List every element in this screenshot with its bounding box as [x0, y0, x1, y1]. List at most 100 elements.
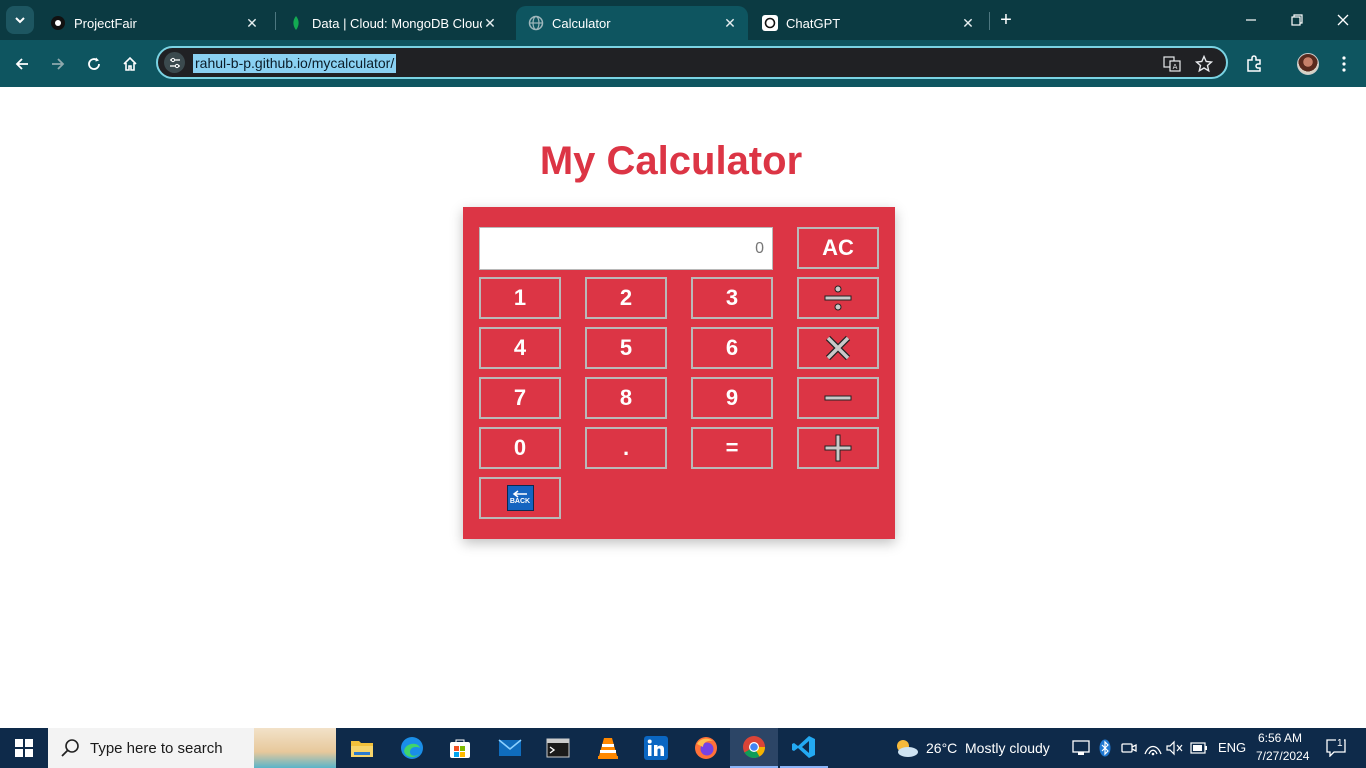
- start-button[interactable]: [0, 728, 48, 768]
- calculator-display[interactable]: 0: [479, 227, 773, 270]
- menu-button[interactable]: [1330, 50, 1358, 78]
- tab-calculator[interactable]: Calculator ✕: [516, 6, 748, 40]
- network-icon[interactable]: [1144, 738, 1162, 758]
- clock-date[interactable]: 7/27/2024: [1256, 749, 1309, 763]
- plus-icon: +: [1000, 8, 1012, 31]
- tab-chatgpt[interactable]: ChatGPT ✕: [750, 6, 986, 40]
- digit-9-button[interactable]: 9: [691, 377, 773, 419]
- plus-icon: [824, 434, 852, 462]
- digit-6-button[interactable]: 6: [691, 327, 773, 369]
- volume-muted-icon[interactable]: [1166, 738, 1184, 758]
- subtract-button[interactable]: [797, 377, 879, 419]
- tab-search-button[interactable]: [6, 6, 34, 34]
- digit-3-button[interactable]: 3: [691, 277, 773, 319]
- microsoft-store-button[interactable]: [436, 728, 484, 768]
- search-icon: [61, 739, 79, 757]
- decimal-button[interactable]: .: [585, 427, 667, 469]
- mail-button[interactable]: [486, 728, 534, 768]
- tab-title: Data | Cloud: MongoDB Cloud: [312, 15, 482, 31]
- weather-cloud-icon[interactable]: [892, 738, 920, 758]
- divide-button[interactable]: [797, 277, 879, 319]
- tab-title: ChatGPT: [786, 15, 841, 31]
- extensions-button[interactable]: [1240, 50, 1268, 78]
- language-indicator[interactable]: ENG: [1218, 740, 1246, 755]
- weather-temperature[interactable]: 26°C: [926, 740, 957, 756]
- chrome-icon: [743, 736, 765, 758]
- digit-8-button[interactable]: 8: [585, 377, 667, 419]
- notification-count: 1: [1336, 738, 1344, 749]
- tab-projectfair[interactable]: ProjectFair ✕: [38, 6, 270, 40]
- digit-4-button[interactable]: 4: [479, 327, 561, 369]
- new-tab-button[interactable]: +: [994, 8, 1018, 32]
- restore-icon: [1291, 14, 1303, 26]
- vscode-button[interactable]: [780, 728, 828, 768]
- multiply-button[interactable]: [797, 327, 879, 369]
- linkedin-icon: [644, 736, 668, 760]
- tablet-icon[interactable]: [1072, 738, 1090, 758]
- tab-divider: [989, 12, 990, 30]
- meet-now-icon[interactable]: [1120, 738, 1138, 758]
- page-title: My Calculator: [539, 139, 803, 183]
- notifications-button[interactable]: 1: [1324, 738, 1348, 758]
- arrow-right-icon: [52, 58, 65, 70]
- terminal-button[interactable]: [534, 728, 582, 768]
- tab-strip: ProjectFair ✕ Data | Cloud: MongoDB Clou…: [0, 0, 1366, 40]
- minus-icon: [824, 395, 852, 401]
- chrome-button[interactable]: [730, 728, 778, 768]
- reload-button[interactable]: [80, 50, 108, 78]
- firefox-button[interactable]: [682, 728, 730, 768]
- multiply-icon: [825, 335, 851, 361]
- firefox-icon: [695, 737, 717, 759]
- bookmark-star-icon[interactable]: [1194, 54, 1214, 74]
- add-button[interactable]: [797, 427, 879, 469]
- store-icon: [450, 739, 470, 758]
- minimize-button[interactable]: [1228, 6, 1274, 34]
- digit-5-button[interactable]: 5: [585, 327, 667, 369]
- digit-7-button[interactable]: 7: [479, 377, 561, 419]
- mongodb-leaf-icon: [288, 15, 304, 31]
- digit-0-button[interactable]: 0: [479, 427, 561, 469]
- divide-icon: [824, 285, 852, 311]
- avatar: [1297, 53, 1319, 75]
- close-tab-icon[interactable]: ✕: [960, 15, 976, 31]
- puzzle-icon: [1247, 55, 1261, 72]
- back-arrow-icon: BACK: [506, 485, 534, 511]
- battery-icon[interactable]: [1190, 738, 1208, 758]
- digit-2-button[interactable]: 2: [585, 277, 667, 319]
- weather-description[interactable]: Mostly cloudy: [965, 740, 1050, 756]
- back-label: BACK: [509, 498, 531, 505]
- projectfair-favicon-icon: [50, 15, 66, 31]
- linkedin-button[interactable]: [632, 728, 680, 768]
- site-info-button[interactable]: [164, 52, 185, 73]
- back-button[interactable]: [8, 50, 36, 78]
- browser-toolbar: rahul-b-p.github.io/mycalculator/ A: [0, 40, 1366, 87]
- equals-button[interactable]: =: [691, 427, 773, 469]
- profile-button[interactable]: [1294, 50, 1322, 78]
- tab-mongodb[interactable]: Data | Cloud: MongoDB Cloud ✕: [276, 6, 508, 40]
- taskbar-search[interactable]: Type here to search: [48, 728, 336, 768]
- home-button[interactable]: [116, 50, 144, 78]
- clock-time[interactable]: 6:56 AM: [1258, 731, 1302, 745]
- vlc-button[interactable]: [584, 728, 632, 768]
- address-bar[interactable]: rahul-b-p.github.io/mycalculator/ A: [156, 46, 1228, 79]
- close-tab-icon[interactable]: ✕: [482, 15, 498, 31]
- url-text[interactable]: rahul-b-p.github.io/mycalculator/: [193, 54, 397, 73]
- bluetooth-icon[interactable]: [1096, 738, 1114, 758]
- minimize-icon: [1246, 19, 1256, 21]
- digit-1-button[interactable]: 1: [479, 277, 561, 319]
- close-tab-icon[interactable]: ✕: [244, 15, 260, 31]
- backspace-button[interactable]: BACK: [479, 477, 561, 519]
- mail-icon: [498, 739, 522, 756]
- clear-button[interactable]: AC: [797, 227, 879, 269]
- forward-button[interactable]: [44, 50, 72, 78]
- windows-logo-icon: [15, 739, 33, 757]
- chevron-down-icon: [15, 17, 25, 24]
- tab-title: ProjectFair: [74, 15, 137, 31]
- close-window-button[interactable]: [1320, 6, 1366, 34]
- file-explorer-button[interactable]: [338, 728, 386, 768]
- restore-button[interactable]: [1274, 6, 1320, 34]
- translate-icon[interactable]: A: [1162, 54, 1182, 74]
- close-tab-icon[interactable]: ✕: [722, 15, 738, 31]
- edge-button[interactable]: [388, 728, 436, 768]
- terminal-icon: [546, 738, 570, 758]
